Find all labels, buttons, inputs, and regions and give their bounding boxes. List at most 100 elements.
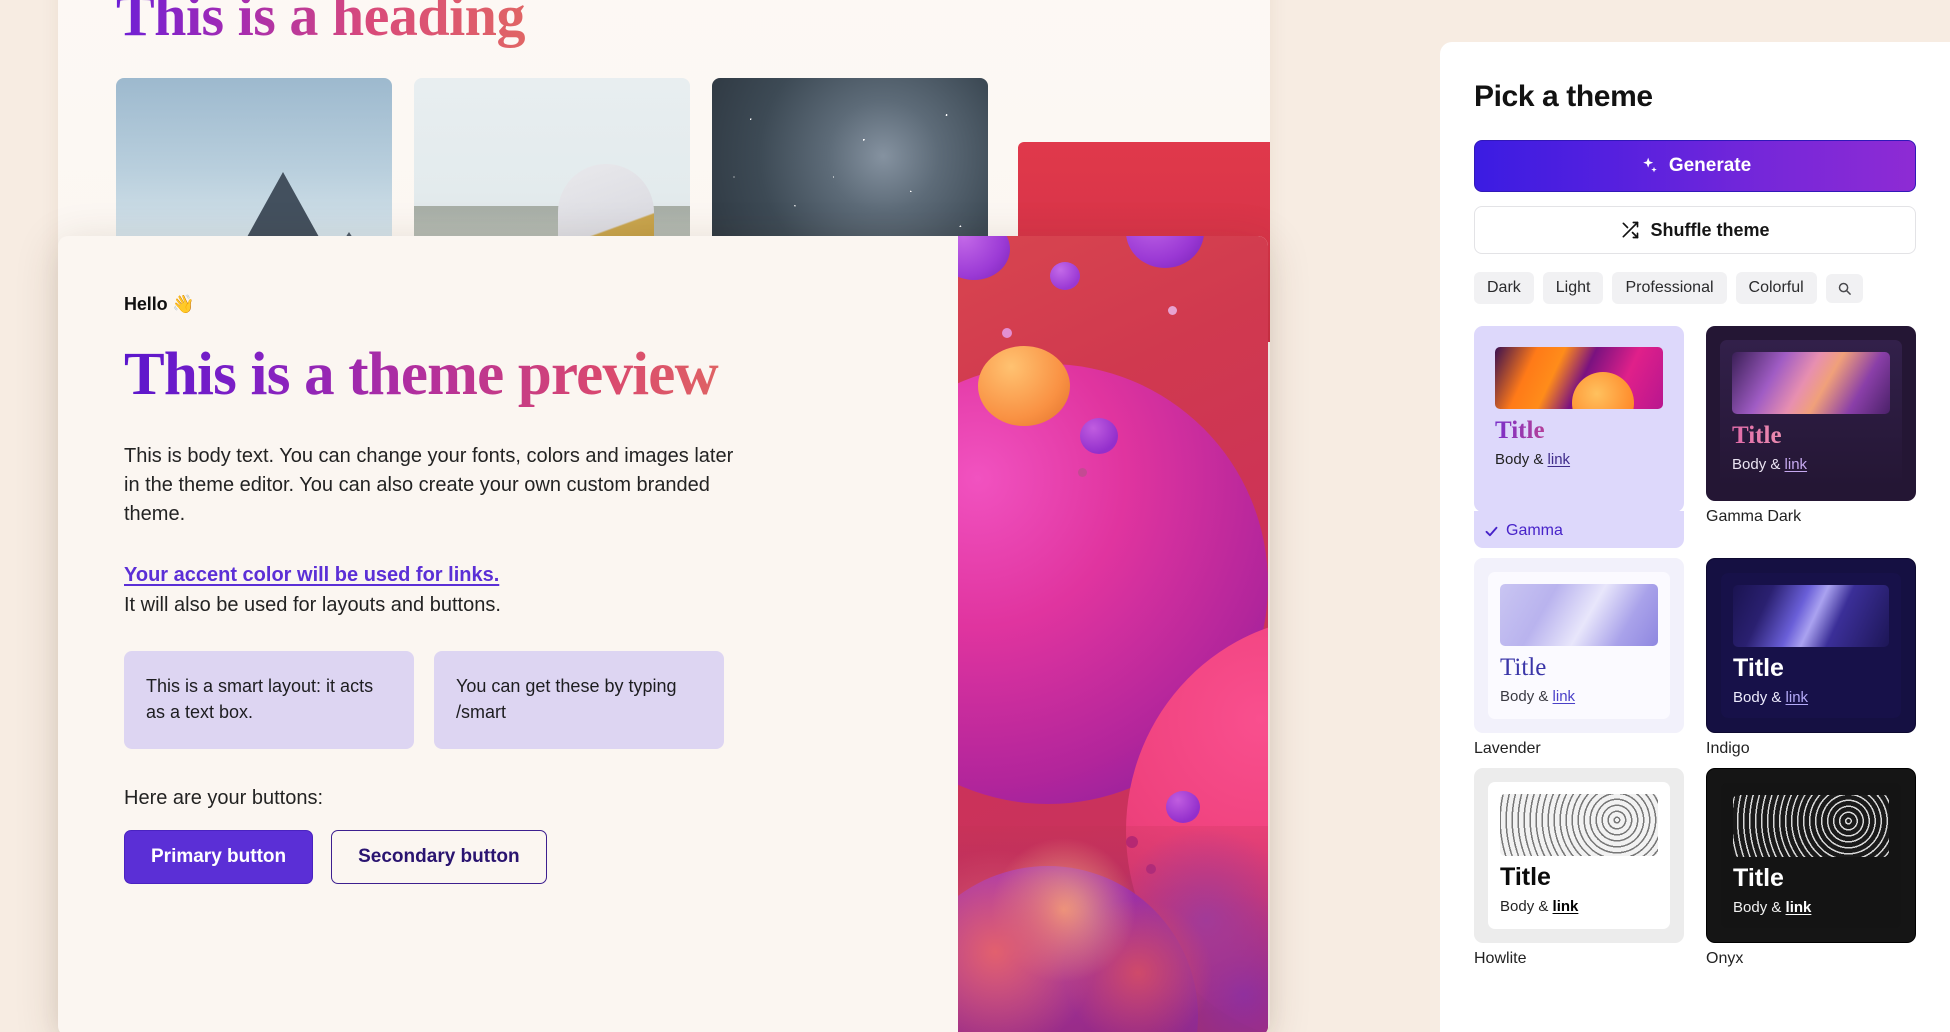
generate-button-label: Generate <box>1668 155 1752 176</box>
greeting-text: Hello 👋 <box>124 294 195 314</box>
theme-card-howlite[interactable]: Title Body & link <box>1474 768 1684 943</box>
smart-layout-row: This is a smart layout: it acts as a tex… <box>124 650 896 749</box>
theme-sample-title: Title <box>1733 654 1784 682</box>
theme-cell-howlite: Title Body & link Howlite <box>1474 768 1684 968</box>
theme-card-gamma[interactable]: Title Body & link <box>1474 326 1684 512</box>
smart-layout-box-1[interactable]: This is a smart layout: it acts as a tex… <box>124 650 414 749</box>
theme-sample-link: link <box>1785 689 1809 706</box>
theme-sample-body: Body & link <box>1495 451 1663 468</box>
preview-body-text: This is body text. You can change your f… <box>124 444 734 526</box>
theme-sample-link: link <box>1552 898 1579 915</box>
theme-sample-body-prefix: Body & <box>1733 689 1786 706</box>
sphere-dot-6 <box>1078 468 1087 477</box>
theme-cell-onyx: Title Body & link Onyx <box>1706 768 1916 968</box>
theme-preview-content: Hello 👋 This is a theme preview This is … <box>58 236 958 1032</box>
theme-sample-title: Title <box>1500 863 1551 891</box>
theme-card-preview-onyx: Title Body & link <box>1721 783 1901 928</box>
chip-dark[interactable]: Dark <box>1474 272 1534 304</box>
theme-card-preview-gamma: Title Body & link <box>1483 335 1675 503</box>
sparkles-icon <box>1639 156 1659 176</box>
primary-button[interactable]: Primary button <box>124 829 314 884</box>
pick-a-theme-panel: Pick a theme Generate Shuffle theme Dark <box>1440 42 1950 1032</box>
theme-sample-link: link <box>1785 899 1812 916</box>
buttons-label: Here are your buttons: <box>124 786 323 809</box>
shuffle-button-label: Shuffle theme <box>1650 219 1770 240</box>
theme-sample-body: Body & link <box>1733 689 1889 706</box>
theme-card-preview-gamma-dark: Title Body & link <box>1720 340 1902 487</box>
sphere-orange-2 <box>978 346 1070 426</box>
theme-banner-howlite <box>1500 794 1658 856</box>
theme-sample-title: Title <box>1732 423 1890 448</box>
theme-card-lavender[interactable]: Title Body & link <box>1474 558 1684 733</box>
theme-name-gamma: Gamma <box>1474 522 1684 548</box>
theme-grid: Title Body & link Gamma Title Body & lin… <box>1474 326 1916 968</box>
theme-sample-body: Body & link <box>1733 899 1889 916</box>
generate-button[interactable]: Generate <box>1474 140 1916 192</box>
sphere-purple-4 <box>1080 418 1118 454</box>
sphere-purple-3 <box>1050 262 1080 290</box>
theme-sample-body-prefix: Body & <box>1500 898 1553 915</box>
theme-preview-modal: Hello 👋 This is a theme preview This is … <box>58 236 1268 1032</box>
theme-banner-lavender <box>1500 584 1658 646</box>
preview-title: This is a theme preview <box>124 342 896 408</box>
theme-sample-body: Body & link <box>1732 456 1890 473</box>
theme-sample-body-prefix: Body & <box>1495 451 1548 468</box>
theme-sample-title: Title <box>1495 418 1663 443</box>
theme-name-gamma-label: Gamma <box>1506 522 1563 539</box>
secondary-button[interactable]: Secondary button <box>331 829 547 884</box>
shuffle-icon <box>1620 220 1640 240</box>
theme-name-lavender: Lavender <box>1474 740 1541 757</box>
abstract-spheres-image <box>958 236 1268 1032</box>
spheres-artwork <box>958 236 1268 1032</box>
theme-cell-lavender: Title Body & link Lavender <box>1474 558 1684 758</box>
theme-cell-indigo: Title Body & link Indigo <box>1706 558 1916 758</box>
theme-sample-title: Title <box>1500 654 1547 681</box>
chip-colorful[interactable]: Colorful <box>1735 272 1817 304</box>
theme-sample-body-prefix: Body & <box>1500 688 1553 705</box>
theme-card-preview-indigo: Title Body & link <box>1721 573 1901 718</box>
theme-banner-onyx <box>1733 795 1889 857</box>
accent-sub-text: It will also be used for layouts and but… <box>124 593 501 616</box>
theme-sample-link: link <box>1552 688 1576 705</box>
sphere-purple-2 <box>1126 236 1204 268</box>
app-screen: This is a heading Hello 👋 This is a them… <box>0 0 1950 1032</box>
theme-card-gamma-dark[interactable]: Title Body & link <box>1706 326 1916 501</box>
theme-sample-body-prefix: Body & <box>1733 899 1786 916</box>
theme-card-preview-howlite: Title Body & link <box>1488 782 1670 929</box>
theme-card-indigo[interactable]: Title Body & link <box>1706 558 1916 733</box>
theme-sample-body-prefix: Body & <box>1732 456 1785 473</box>
shuffle-theme-button[interactable]: Shuffle theme <box>1474 206 1916 254</box>
deck-heading: This is a heading <box>116 0 525 49</box>
theme-name-gamma-dark: Gamma Dark <box>1706 508 1802 525</box>
search-icon[interactable] <box>1825 273 1863 303</box>
sphere-dot-2 <box>1168 306 1177 315</box>
theme-sample-title: Title <box>1733 864 1784 892</box>
sphere-foam-cluster <box>958 826 1268 1032</box>
theme-card-onyx[interactable]: Title Body & link <box>1706 768 1916 943</box>
theme-banner-gamma <box>1495 347 1663 409</box>
theme-label-wrap-gamma: Gamma <box>1474 511 1684 548</box>
theme-cell-gamma-dark: Title Body & link Gamma Dark <box>1706 326 1916 548</box>
accent-color-link[interactable]: Your accent color will be used for links… <box>124 564 499 587</box>
theme-name-onyx: Onyx <box>1706 950 1744 967</box>
chip-light[interactable]: Light <box>1542 272 1604 304</box>
theme-sample-link: link <box>1784 456 1808 473</box>
panel-title: Pick a theme <box>1474 80 1653 113</box>
chip-professional[interactable]: Professional <box>1612 272 1727 304</box>
theme-name-howlite: Howlite <box>1474 950 1527 967</box>
theme-sample-body: Body & link <box>1500 898 1658 915</box>
theme-banner-indigo <box>1733 585 1889 647</box>
theme-name-indigo: Indigo <box>1706 740 1750 757</box>
check-icon <box>1484 524 1499 539</box>
theme-filter-chips: Dark Light Professional Colorful <box>1474 272 1916 304</box>
smart-layout-box-2[interactable]: You can get these by typing /smart <box>434 650 724 749</box>
theme-sample-body: Body & link <box>1500 688 1658 705</box>
preview-button-row: Primary button Secondary button <box>124 829 896 884</box>
theme-card-preview-lavender: Title Body & link <box>1488 572 1670 719</box>
theme-banner-gamma-dark <box>1732 352 1890 414</box>
sphere-purple-1 <box>958 236 1010 280</box>
theme-sample-link: link <box>1547 451 1571 468</box>
theme-cell-gamma: Title Body & link Gamma <box>1474 326 1684 548</box>
sphere-purple-5 <box>1166 791 1200 823</box>
sphere-dot-1 <box>1002 328 1012 338</box>
